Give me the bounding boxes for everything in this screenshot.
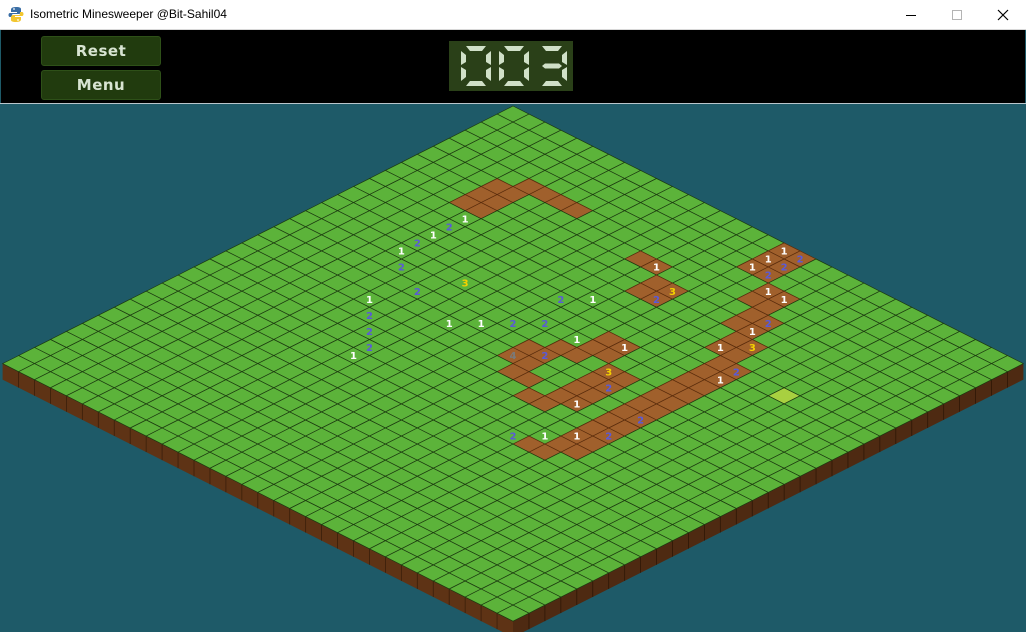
cell-number: 4	[510, 351, 517, 362]
cell-number: 1	[749, 263, 756, 274]
cell-number: 1	[573, 400, 580, 411]
counter-segment	[461, 67, 466, 81]
close-button[interactable]	[980, 0, 1026, 30]
counter-segment	[524, 67, 529, 81]
cell-number: 2	[414, 287, 421, 298]
minimize-icon	[906, 15, 916, 16]
counter-segment	[486, 51, 491, 65]
cell-number: 2	[398, 263, 405, 274]
cell-number: 1	[781, 247, 788, 258]
cell-number: 1	[749, 327, 756, 338]
counter-segment	[504, 81, 524, 86]
cell-number: 2	[366, 343, 373, 354]
cell-number: 2	[557, 295, 564, 306]
cell-number: 1	[717, 375, 724, 386]
cell-number: 2	[637, 416, 644, 427]
minimize-button[interactable]	[888, 0, 934, 30]
cell-number: 1	[573, 335, 580, 346]
cell-number: 2	[414, 239, 421, 250]
menu-button[interactable]: Menu	[41, 70, 161, 100]
cell-number: 3	[749, 343, 756, 354]
snake-python-icon	[8, 7, 24, 22]
cell-number: 1	[621, 343, 628, 354]
cell-number: 1	[462, 214, 469, 225]
title-bar: Isometric Minesweeper @Bit-Sahil04	[0, 0, 1026, 30]
cell-number: 1	[478, 319, 485, 330]
cell-number: 2	[366, 311, 373, 322]
cell-number: 1	[350, 351, 357, 362]
cell-number: 2	[510, 319, 517, 330]
cell-number: 2	[781, 263, 788, 274]
cell-number: 1	[717, 343, 724, 354]
cell-number: 2	[605, 432, 612, 443]
mine-counter: 003	[449, 41, 573, 91]
cell-number: 2	[541, 351, 548, 362]
counter-segment	[542, 81, 562, 86]
counter-segment	[562, 51, 567, 65]
board-tiles[interactable]	[1, 105, 1025, 622]
cell-number: 1	[573, 432, 580, 443]
cell-number: 1	[430, 230, 437, 241]
maximize-button[interactable]	[934, 0, 980, 30]
cell-number: 2	[653, 295, 660, 306]
cell-number: 1	[765, 287, 772, 298]
cell-number: 2	[605, 383, 612, 394]
cell-number: 3	[605, 367, 612, 378]
reset-button[interactable]: Reset	[41, 36, 161, 66]
cell-number: 1	[398, 247, 405, 258]
seven-segment-display	[461, 46, 567, 86]
cell-number: 2	[510, 432, 517, 443]
cell-number: 3	[669, 287, 676, 298]
counter-segment	[542, 46, 562, 51]
cell-number: 2	[765, 319, 772, 330]
counter-segment	[542, 63, 562, 69]
cell-number: 1	[541, 432, 548, 443]
counter-segment	[524, 51, 529, 65]
counter-segment	[466, 81, 486, 86]
window-title: Isometric Minesweeper @Bit-Sahil04	[30, 7, 227, 21]
counter-segment	[562, 67, 567, 81]
cell-number: 1	[589, 295, 596, 306]
cell-number: 2	[765, 271, 772, 282]
cell-number: 1	[765, 255, 772, 266]
close-icon	[997, 9, 1009, 21]
cell-number: 2	[366, 327, 373, 338]
game-toolbar: Reset Menu 003	[1, 30, 1025, 103]
cell-number: 2	[797, 255, 804, 266]
cell-number: 1	[446, 319, 453, 330]
counter-segment	[486, 67, 491, 81]
cell-number: 1	[653, 263, 660, 274]
cell-number: 2	[446, 222, 453, 233]
maximize-icon	[952, 10, 962, 20]
cell-number: 1	[366, 295, 373, 306]
counter-segment	[466, 46, 486, 51]
counter-segment	[499, 51, 504, 65]
minesweeper-board[interactable]: 1212121112312311221121112322421122212112…	[0, 104, 1026, 632]
counter-segment	[499, 67, 504, 81]
counter-segment	[461, 51, 466, 65]
cell-number: 2	[733, 367, 740, 378]
cell-number: 2	[541, 319, 548, 330]
cell-number: 1	[781, 295, 788, 306]
counter-segment	[504, 46, 524, 51]
cell-number: 3	[462, 279, 469, 290]
